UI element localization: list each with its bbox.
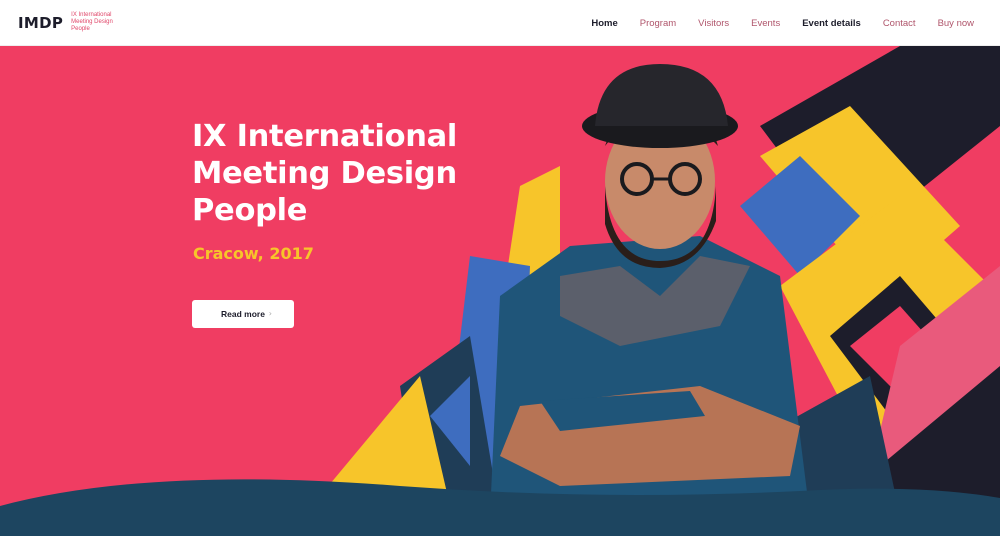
nav-program[interactable]: Program xyxy=(640,18,676,29)
nav-event-details[interactable]: Event details xyxy=(802,18,861,29)
nav-home[interactable]: Home xyxy=(591,18,617,29)
hero-illustration xyxy=(0,46,1000,536)
nav-events[interactable]: Events xyxy=(751,18,780,29)
nav-contact[interactable]: Contact xyxy=(883,18,916,29)
brand-logo[interactable]: IMDP IX International Meeting Design Peo… xyxy=(18,12,127,33)
nav-visitors[interactable]: Visitors xyxy=(698,18,729,29)
logo-tagline: IX International Meeting Design People xyxy=(71,12,113,32)
main-nav: Home Program Visitors Events Event detai… xyxy=(569,0,974,46)
hero-title: IX International Meeting Design People xyxy=(192,119,458,228)
hero-subtitle: Cracow, 2017 xyxy=(193,244,314,263)
hero-section: IX International Meeting Design People C… xyxy=(0,46,1000,536)
portrait-man-icon xyxy=(490,64,810,516)
nav-buy-now[interactable]: Buy now xyxy=(938,18,974,29)
top-navigation-bar: IMDP IX International Meeting Design Peo… xyxy=(0,0,1000,46)
logo-wordmark: IMDP xyxy=(18,13,64,32)
chevron-right-icon: › xyxy=(268,309,272,318)
read-more-label: Read more xyxy=(221,309,265,319)
read-more-button[interactable]: Read more › xyxy=(192,300,294,328)
